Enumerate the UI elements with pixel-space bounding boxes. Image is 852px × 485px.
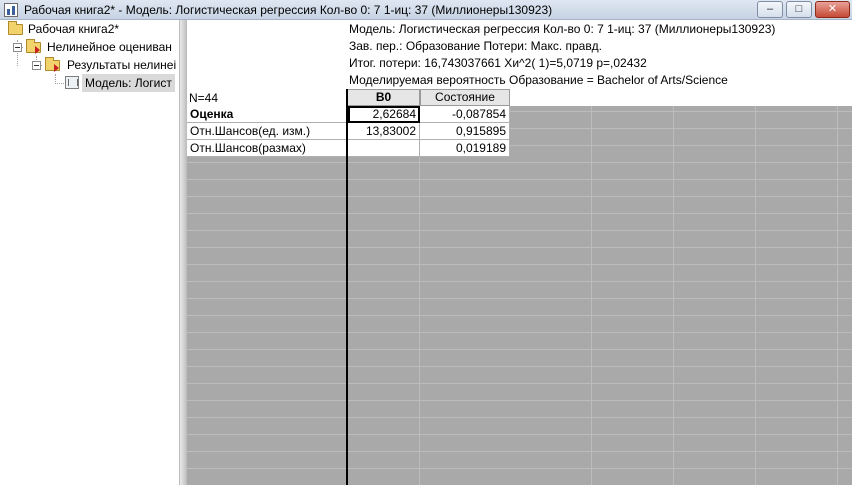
info-line: Итог. потери: 16,743037661 Хи^2( 1)=5,07…	[349, 56, 647, 70]
row-header-divider	[346, 89, 348, 485]
empty-grid	[347, 156, 510, 485]
tree-item-label: Результаты нелинеі	[67, 58, 177, 72]
collapse-toggle[interactable]	[13, 43, 22, 52]
workbook-tree: Рабочая книга2* Нелинейное оцениван Резу…	[0, 20, 179, 485]
tree-item-label: Рабочая книга2*	[28, 22, 120, 36]
column-header-state[interactable]: Состояние	[420, 89, 510, 106]
tree-item-nonlinear-estimation[interactable]: Нелинейное оцениван	[0, 38, 179, 56]
row-header-odds-range[interactable]: Отн.Шансов(размах)	[187, 140, 347, 157]
folder-arrow-icon	[45, 57, 60, 72]
info-line: Модель: Логистическая регрессия Кол-во 0…	[349, 22, 776, 36]
minimize-button[interactable]: –	[757, 1, 783, 18]
collapse-toggle[interactable]	[32, 61, 41, 70]
folder-arrow-icon	[26, 39, 41, 54]
empty-grid	[187, 156, 347, 485]
tree-item-nonlinear-results[interactable]: Результаты нелинеі	[0, 56, 179, 74]
model-info: Модель: Логистическая регрессия Кол-во 0…	[347, 20, 852, 89]
column-header-b0[interactable]: B0	[347, 89, 420, 106]
cell-odds-range-b0[interactable]	[348, 140, 420, 157]
cell-odds-unit-b0[interactable]: 13,83002	[348, 123, 420, 140]
workbook-icon	[4, 3, 18, 17]
folder-icon	[8, 21, 23, 35]
title-bar: Рабочая книга2* - Модель: Логистическая …	[0, 0, 852, 20]
row-header-odds-unit[interactable]: Отн.Шансов(ед. изм.)	[187, 123, 347, 140]
empty-grid	[510, 106, 852, 485]
maximize-button[interactable]: □	[786, 1, 812, 18]
sample-size-label: N=44	[189, 91, 219, 105]
close-button[interactable]: ✕	[815, 1, 850, 18]
info-line: Моделируемая вероятность Образование = B…	[349, 73, 728, 87]
info-line: Зав. пер.: Образование Потери: Макс. пра…	[349, 39, 602, 53]
tree-item-model[interactable]: Модель: Логист	[0, 74, 179, 92]
row-header-estimate[interactable]: Оценка	[187, 106, 347, 123]
cell-odds-range-state[interactable]: 0,019189	[420, 140, 510, 157]
cell-odds-unit-state[interactable]: 0,915895	[420, 123, 510, 140]
spreadsheet-icon	[65, 76, 79, 89]
window-title: Рабочая книга2* - Модель: Логистическая …	[24, 3, 553, 17]
cell-estimate-b0[interactable]: 2,62684	[348, 106, 420, 123]
pane-splitter[interactable]	[179, 20, 187, 485]
results-spreadsheet: Модель: Логистическая регрессия Кол-во 0…	[187, 20, 852, 485]
tree-item-label: Нелинейное оцениван	[47, 40, 172, 54]
cell-estimate-state[interactable]: -0,087854	[420, 106, 510, 123]
tree-item-label: Модель: Логист	[82, 74, 175, 92]
